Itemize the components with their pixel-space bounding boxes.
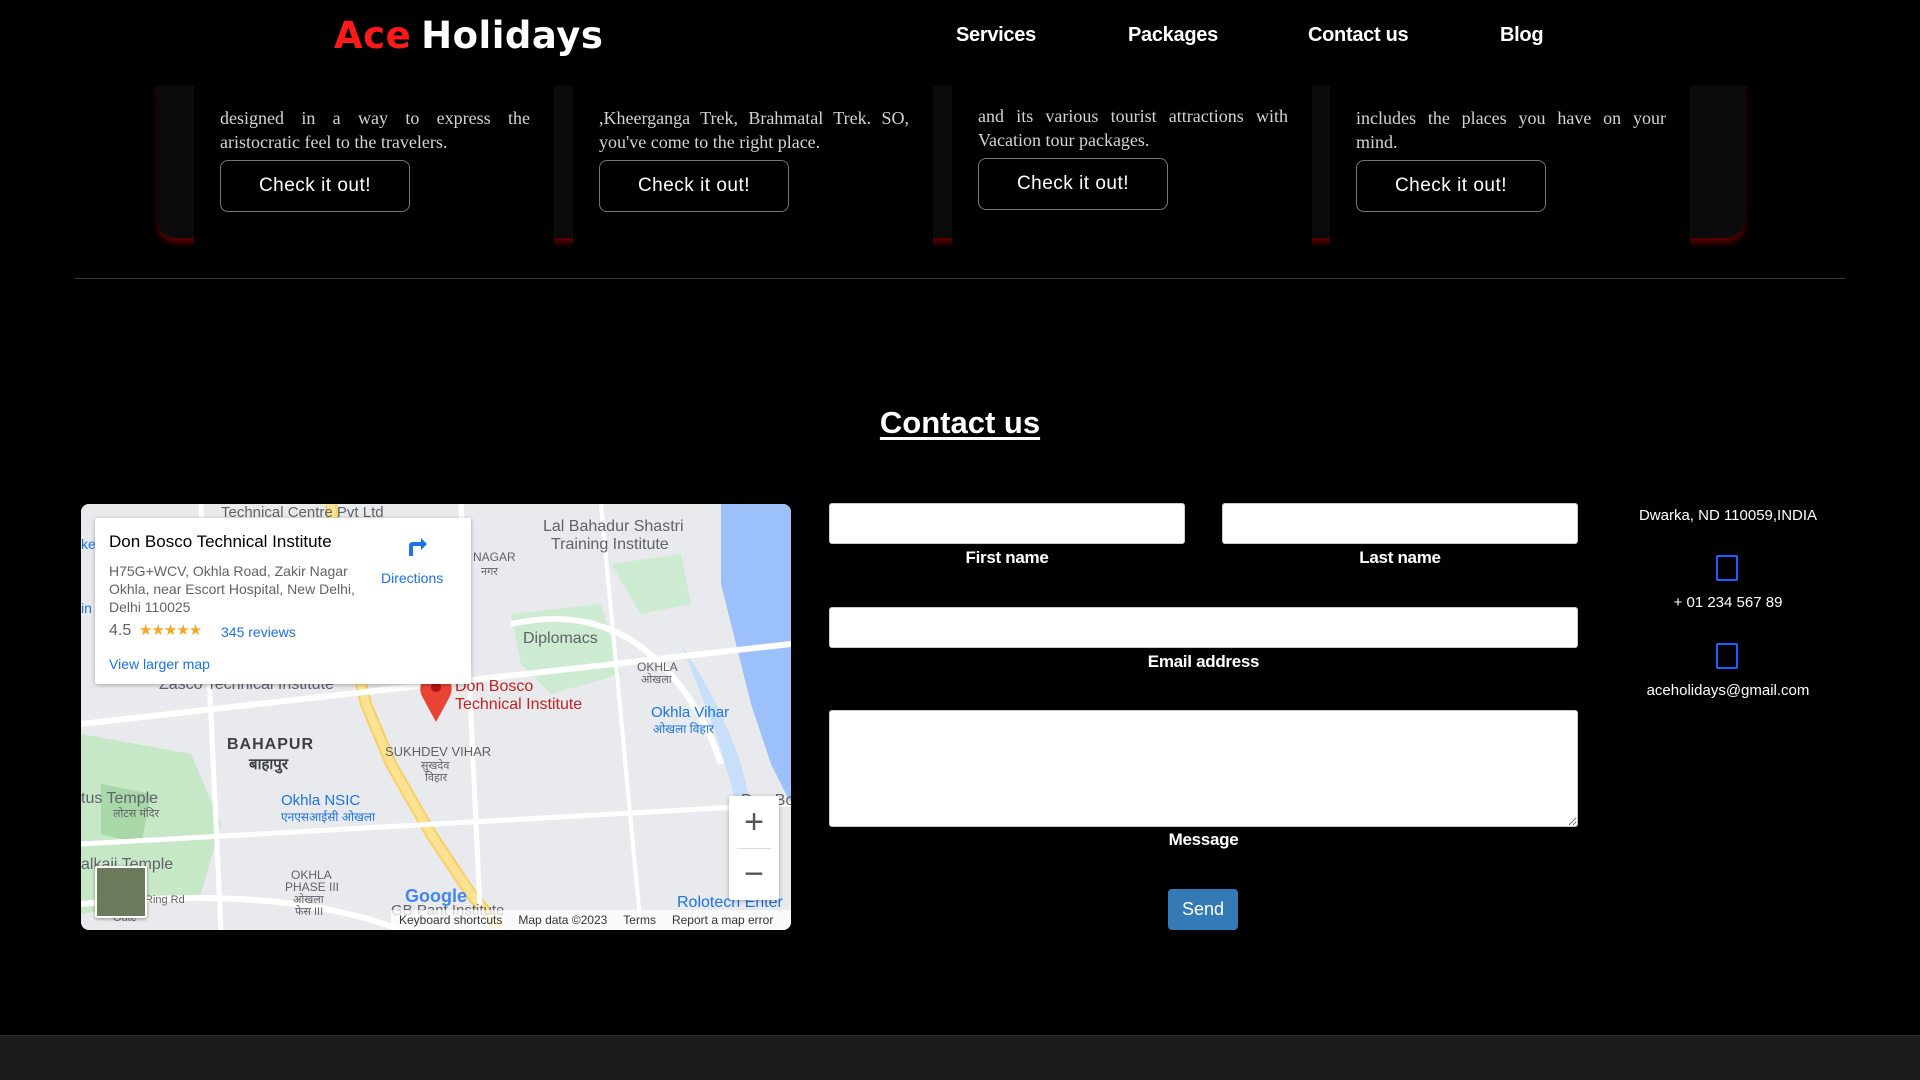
map-zoom-controls: + − — [729, 796, 779, 900]
terms-link[interactable]: Terms — [623, 913, 656, 927]
map-label: Okhla Vihar — [651, 704, 730, 721]
map-pin-label: Technical Institute — [455, 696, 583, 713]
map-attribution-bar: Keyboard shortcuts Map data ©2023 Terms … — [391, 910, 791, 930]
map-label: SUKHDEV VIHAR — [385, 744, 492, 759]
footer — [0, 1035, 1920, 1080]
contact-phone: + 01 234 567 89 — [1673, 594, 1783, 611]
package-card: designed in a way to express the aristoc… — [194, 86, 554, 266]
map-label: लोटस मंदिर — [113, 808, 160, 820]
map-data-text: Map data ©2023 — [518, 913, 608, 927]
map-label: नगर — [481, 566, 498, 578]
map-label: एनएसआईसी ओखला — [281, 810, 376, 824]
map-label: विहार — [425, 772, 448, 784]
email-icon — [1716, 643, 1738, 669]
zoom-out-button[interactable]: − — [729, 848, 779, 900]
map-place-card: Don Bosco Technical Institute H75G+WCV, … — [95, 518, 471, 684]
map-label: in — [81, 600, 92, 616]
brand-part1: Ace — [334, 14, 412, 57]
message-label: Message — [1168, 830, 1239, 849]
first-name-input[interactable] — [829, 503, 1185, 544]
contact-email[interactable]: aceholidays@gmail.com — [1600, 682, 1856, 699]
satellite-toggle-thumbnail[interactable] — [95, 866, 147, 918]
reviews-link[interactable]: 345 reviews — [221, 624, 296, 640]
nav-packages[interactable]: Packages — [1128, 24, 1218, 47]
card-description: includes the places you have on your min… — [1356, 108, 1666, 152]
package-card: ,Kheerganga Trek, Brahmatal Trek. SO, yo… — [573, 86, 933, 266]
send-button[interactable]: Send — [1168, 889, 1238, 930]
phone-icon — [1716, 555, 1738, 581]
package-card: and its various tourist attractions with… — [952, 86, 1312, 266]
rating-stars-icon: ★★★★★ — [139, 622, 202, 639]
place-name: Don Bosco Technical Institute — [109, 532, 332, 551]
card-description: and its various tourist attractions with… — [978, 106, 1288, 150]
last-name-label: Last name — [1359, 548, 1441, 567]
place-address: H75G+WCV, Okhla Road, Zakir Nagar Okhla,… — [109, 563, 355, 615]
keyboard-shortcuts-link[interactable]: Keyboard shortcuts — [399, 913, 502, 927]
place-rating: 4.5 — [109, 622, 132, 639]
map-label: बाहापुर — [249, 756, 288, 773]
google-map-embed[interactable]: Technical Centre Pvt Ltd Lal Bahadur Sha… — [81, 504, 791, 930]
map-label: Ring Rd — [145, 894, 185, 906]
check-it-out-button[interactable]: Check it out! — [220, 160, 410, 212]
nav-contact-us[interactable]: Contact us — [1308, 24, 1409, 47]
nav-services[interactable]: Services — [956, 24, 1036, 47]
contact-section-title: Contact us — [879, 405, 1041, 440]
map-label: NAGAR — [473, 550, 516, 564]
last-name-input[interactable] — [1222, 503, 1578, 544]
email-input[interactable] — [829, 607, 1578, 648]
map-label: ओखला — [641, 674, 672, 686]
first-name-label: First name — [965, 548, 1049, 567]
package-card: includes the places you have on your min… — [1330, 86, 1690, 266]
contact-address: Dwarka, ND 110059,INDIA — [1638, 507, 1818, 524]
card-description: designed in a way to express the aristoc… — [220, 108, 530, 152]
check-it-out-button[interactable]: Check it out! — [599, 160, 789, 212]
nav-blog[interactable]: Blog — [1500, 24, 1544, 47]
section-divider — [75, 278, 1845, 279]
brand-logo[interactable]: Ace Holidays — [334, 14, 603, 57]
directions-icon[interactable] — [403, 532, 429, 558]
check-it-out-button[interactable]: Check it out! — [1356, 160, 1546, 212]
google-logo: Google — [405, 886, 467, 906]
email-label: Email address — [1147, 652, 1260, 671]
message-textarea[interactable] — [829, 710, 1578, 827]
map-label: फेस III — [295, 906, 324, 918]
map-label: Diplomacs — [523, 630, 598, 647]
report-map-error-link[interactable]: Report a map error — [672, 913, 773, 927]
map-label: ke — [81, 536, 96, 552]
map-label: Okhla NSIC — [281, 792, 361, 809]
check-it-out-button[interactable]: Check it out! — [978, 158, 1168, 210]
zoom-in-button[interactable]: + — [729, 796, 779, 848]
map-label: Training Institute — [551, 536, 669, 553]
card-description: ,Kheerganga Trek, Brahmatal Trek. SO, yo… — [599, 108, 909, 152]
map-label: Lal Bahadur Shastri — [543, 518, 684, 535]
navbar: Ace Holidays Services Packages Contact us… — [0, 0, 1920, 86]
brand-part2: Holidays — [421, 14, 604, 57]
view-larger-map-link[interactable]: View larger map — [109, 656, 210, 672]
map-label: ओखला विहार — [653, 722, 714, 736]
map-label: BAHAPUR — [227, 736, 314, 753]
directions-link[interactable]: Directions — [381, 570, 443, 586]
